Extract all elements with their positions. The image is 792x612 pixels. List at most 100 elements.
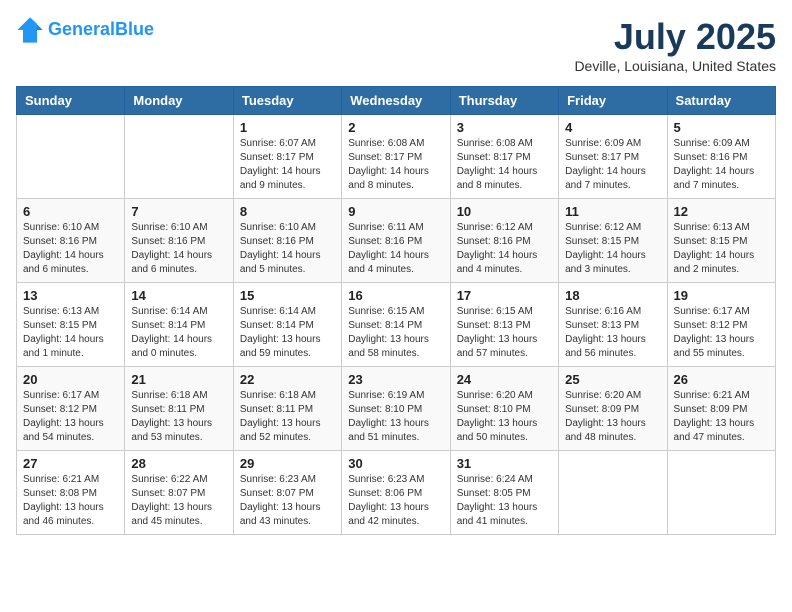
day-info: Sunrise: 6:20 AM Sunset: 8:10 PM Dayligh… — [457, 389, 552, 445]
day-number: 7 — [131, 204, 226, 219]
day-number: 5 — [674, 120, 769, 135]
calendar-cell: 26 Sunrise: 6:21 AM Sunset: 8:09 PM Dayli… — [667, 367, 775, 451]
calendar-cell: 25 Sunrise: 6:20 AM Sunset: 8:09 PM Dayli… — [559, 367, 667, 451]
day-info: Sunrise: 6:16 AM Sunset: 8:13 PM Dayligh… — [565, 305, 660, 361]
calendar-cell: 6 Sunrise: 6:10 AM Sunset: 8:16 PM Daylig… — [17, 199, 125, 283]
day-number: 21 — [131, 372, 226, 387]
day-info: Sunrise: 6:20 AM Sunset: 8:09 PM Dayligh… — [565, 389, 660, 445]
calendar-cell: 23Sunrise: 6:19 AM Sunset: 8:10 PM Dayli… — [342, 367, 450, 451]
day-info: Sunrise: 6:23 AM Sunset: 8:06 PM Dayligh… — [348, 473, 443, 529]
calendar-cell: 7 Sunrise: 6:10 AM Sunset: 8:16 PM Daylig… — [125, 199, 233, 283]
day-info: Sunrise: 6:17 AM Sunset: 8:12 PM Dayligh… — [674, 305, 769, 361]
day-info: Sunrise: 6:08 AM Sunset: 8:17 PM Dayligh… — [457, 137, 552, 193]
day-info: Sunrise: 6:14 AM Sunset: 8:14 PM Dayligh… — [131, 305, 226, 361]
logo-icon — [16, 16, 44, 44]
day-number: 29 — [240, 456, 335, 471]
day-info: Sunrise: 6:10 AM Sunset: 8:16 PM Dayligh… — [240, 221, 335, 277]
logo-line2: Blue — [115, 19, 154, 39]
weekday-header-tuesday: Tuesday — [233, 87, 341, 115]
day-number: 1 — [240, 120, 335, 135]
day-number: 15 — [240, 288, 335, 303]
day-number: 26 — [674, 372, 769, 387]
calendar-cell: 28 Sunrise: 6:22 AM Sunset: 8:07 PM Dayli… — [125, 451, 233, 535]
calendar-cell: 21 Sunrise: 6:18 AM Sunset: 8:11 PM Dayli… — [125, 367, 233, 451]
calendar-cell: 30Sunrise: 6:23 AM Sunset: 8:06 PM Dayli… — [342, 451, 450, 535]
calendar-cell: 11Sunrise: 6:12 AM Sunset: 8:15 PM Dayli… — [559, 199, 667, 283]
weekday-header-friday: Friday — [559, 87, 667, 115]
week-row-1: 1 Sunrise: 6:07 AM Sunset: 8:17 PM Daylig… — [17, 115, 776, 199]
day-info: Sunrise: 6:18 AM Sunset: 8:11 PM Dayligh… — [240, 389, 335, 445]
day-number: 13 — [23, 288, 118, 303]
day-number: 17 — [457, 288, 552, 303]
calendar-cell: 12Sunrise: 6:13 AM Sunset: 8:15 PM Dayli… — [667, 199, 775, 283]
day-info: Sunrise: 6:22 AM Sunset: 8:07 PM Dayligh… — [131, 473, 226, 529]
calendar-cell: 22 Sunrise: 6:18 AM Sunset: 8:11 PM Dayli… — [233, 367, 341, 451]
week-row-4: 20 Sunrise: 6:17 AM Sunset: 8:12 PM Dayli… — [17, 367, 776, 451]
week-row-2: 6 Sunrise: 6:10 AM Sunset: 8:16 PM Daylig… — [17, 199, 776, 283]
month-title: July 2025 — [574, 16, 776, 58]
day-number: 23 — [348, 372, 443, 387]
weekday-header-saturday: Saturday — [667, 87, 775, 115]
page-header: GeneralBlue July 2025 Deville, Louisiana… — [16, 16, 776, 74]
day-info: Sunrise: 6:13 AM Sunset: 8:15 PM Dayligh… — [23, 305, 118, 361]
logo-line1: General — [48, 19, 115, 39]
day-info: Sunrise: 6:10 AM Sunset: 8:16 PM Dayligh… — [131, 221, 226, 277]
calendar-cell: 27 Sunrise: 6:21 AM Sunset: 8:08 PM Dayli… — [17, 451, 125, 535]
calendar-cell — [559, 451, 667, 535]
day-number: 24 — [457, 372, 552, 387]
day-info: Sunrise: 6:15 AM Sunset: 8:13 PM Dayligh… — [457, 305, 552, 361]
calendar-cell — [125, 115, 233, 199]
day-info: Sunrise: 6:12 AM Sunset: 8:16 PM Dayligh… — [457, 221, 552, 277]
calendar-cell: 24 Sunrise: 6:20 AM Sunset: 8:10 PM Dayli… — [450, 367, 558, 451]
calendar-cell: 5 Sunrise: 6:09 AM Sunset: 8:16 PM Daylig… — [667, 115, 775, 199]
day-info: Sunrise: 6:07 AM Sunset: 8:17 PM Dayligh… — [240, 137, 335, 193]
title-block: July 2025 Deville, Louisiana, United Sta… — [574, 16, 776, 74]
calendar-cell: 1 Sunrise: 6:07 AM Sunset: 8:17 PM Daylig… — [233, 115, 341, 199]
week-row-3: 13 Sunrise: 6:13 AM Sunset: 8:15 PM Dayli… — [17, 283, 776, 367]
day-number: 12 — [674, 204, 769, 219]
day-info: Sunrise: 6:09 AM Sunset: 8:17 PM Dayligh… — [565, 137, 660, 193]
logo: GeneralBlue — [16, 16, 154, 44]
day-number: 3 — [457, 120, 552, 135]
calendar-cell: 8Sunrise: 6:10 AM Sunset: 8:16 PM Daylig… — [233, 199, 341, 283]
day-info: Sunrise: 6:09 AM Sunset: 8:16 PM Dayligh… — [674, 137, 769, 193]
day-info: Sunrise: 6:15 AM Sunset: 8:14 PM Dayligh… — [348, 305, 443, 361]
day-info: Sunrise: 6:18 AM Sunset: 8:11 PM Dayligh… — [131, 389, 226, 445]
day-info: Sunrise: 6:10 AM Sunset: 8:16 PM Dayligh… — [23, 221, 118, 277]
day-info: Sunrise: 6:23 AM Sunset: 8:07 PM Dayligh… — [240, 473, 335, 529]
calendar-cell: 20 Sunrise: 6:17 AM Sunset: 8:12 PM Dayli… — [17, 367, 125, 451]
weekday-header-thursday: Thursday — [450, 87, 558, 115]
calendar-cell — [667, 451, 775, 535]
calendar-cell: 19 Sunrise: 6:17 AM Sunset: 8:12 PM Dayli… — [667, 283, 775, 367]
day-info: Sunrise: 6:24 AM Sunset: 8:05 PM Dayligh… — [457, 473, 552, 529]
calendar-cell: 29 Sunrise: 6:23 AM Sunset: 8:07 PM Dayli… — [233, 451, 341, 535]
day-number: 20 — [23, 372, 118, 387]
week-row-5: 27 Sunrise: 6:21 AM Sunset: 8:08 PM Dayli… — [17, 451, 776, 535]
calendar-cell: 15 Sunrise: 6:14 AM Sunset: 8:14 PM Dayli… — [233, 283, 341, 367]
calendar-cell: 4Sunrise: 6:09 AM Sunset: 8:17 PM Daylig… — [559, 115, 667, 199]
calendar-cell: 16Sunrise: 6:15 AM Sunset: 8:14 PM Dayli… — [342, 283, 450, 367]
weekday-header-wednesday: Wednesday — [342, 87, 450, 115]
location: Deville, Louisiana, United States — [574, 58, 776, 74]
day-info: Sunrise: 6:11 AM Sunset: 8:16 PM Dayligh… — [348, 221, 443, 277]
calendar-cell — [17, 115, 125, 199]
day-info: Sunrise: 6:21 AM Sunset: 8:08 PM Dayligh… — [23, 473, 118, 529]
day-number: 27 — [23, 456, 118, 471]
day-info: Sunrise: 6:17 AM Sunset: 8:12 PM Dayligh… — [23, 389, 118, 445]
calendar-cell: 18Sunrise: 6:16 AM Sunset: 8:13 PM Dayli… — [559, 283, 667, 367]
calendar-cell: 13 Sunrise: 6:13 AM Sunset: 8:15 PM Dayli… — [17, 283, 125, 367]
day-info: Sunrise: 6:21 AM Sunset: 8:09 PM Dayligh… — [674, 389, 769, 445]
weekday-header-sunday: Sunday — [17, 87, 125, 115]
calendar-cell: 9Sunrise: 6:11 AM Sunset: 8:16 PM Daylig… — [342, 199, 450, 283]
day-number: 28 — [131, 456, 226, 471]
calendar-cell: 14Sunrise: 6:14 AM Sunset: 8:14 PM Dayli… — [125, 283, 233, 367]
calendar-cell: 31 Sunrise: 6:24 AM Sunset: 8:05 PM Dayli… — [450, 451, 558, 535]
day-number: 25 — [565, 372, 660, 387]
weekday-header-monday: Monday — [125, 87, 233, 115]
day-number: 31 — [457, 456, 552, 471]
day-info: Sunrise: 6:08 AM Sunset: 8:17 PM Dayligh… — [348, 137, 443, 193]
day-number: 19 — [674, 288, 769, 303]
day-info: Sunrise: 6:14 AM Sunset: 8:14 PM Dayligh… — [240, 305, 335, 361]
day-number: 22 — [240, 372, 335, 387]
day-number: 6 — [23, 204, 118, 219]
